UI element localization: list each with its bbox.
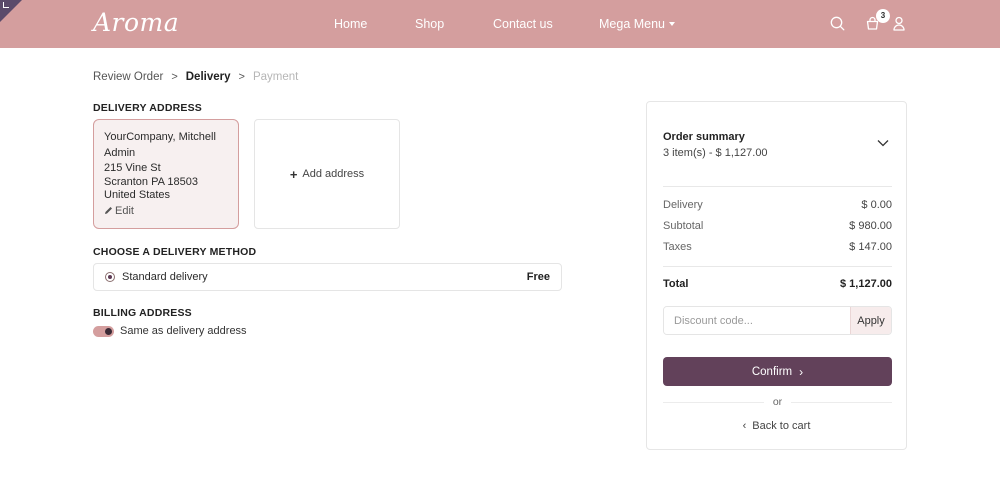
add-address-button[interactable]: + Add address — [254, 119, 400, 229]
breadcrumb: Review Order > Delivery > Payment — [93, 71, 298, 83]
summary-divider — [663, 266, 892, 267]
breadcrumb-payment: Payment — [252, 71, 299, 83]
address-line: United States — [104, 189, 171, 201]
add-address-label: Add address — [302, 168, 365, 180]
discount-group: Apply — [663, 306, 892, 335]
top-header: Aroma Home Shop Contact us Mega Menu 3 — [0, 0, 1000, 48]
same-as-delivery-toggle[interactable] — [93, 325, 114, 337]
summary-divider — [663, 186, 892, 187]
total-label: Total — [663, 278, 689, 290]
summary-row-label: Taxes — [663, 241, 692, 253]
total-value: $ 1,127.00 — [840, 278, 892, 290]
nav-contact-us[interactable]: Contact us — [493, 17, 553, 31]
summary-row-label: Subtotal — [663, 220, 704, 232]
pencil-icon — [105, 207, 112, 215]
back-to-cart-link[interactable]: ‹ Back to cart — [647, 420, 906, 432]
address-line: Scranton PA 18503 — [104, 175, 198, 188]
delivery-method-radio[interactable] — [105, 272, 115, 282]
nav-mega-menu-label: Mega Menu — [599, 17, 666, 31]
apply-discount-button[interactable]: Apply — [850, 307, 891, 334]
search-icon[interactable] — [830, 16, 845, 31]
back-to-cart-label: Back to cart — [752, 420, 811, 432]
chevron-left-icon: ‹ — [742, 420, 747, 432]
same-as-delivery-label: Same as delivery address — [120, 325, 247, 337]
confirm-label: Confirm — [751, 365, 793, 378]
order-summary-items: 3 item(s) - $ 1,127.00 — [663, 147, 768, 159]
address-line: YourCompany, Mitchell — [104, 131, 216, 143]
summary-row-subtotal: Subtotal $ 980.00 — [663, 220, 892, 232]
chevron-down-icon[interactable] — [877, 139, 889, 147]
delivery-address-title: DELIVERY ADDRESS — [93, 102, 202, 114]
edit-address-link[interactable]: Edit — [104, 204, 228, 219]
chevron-right-icon: › — [799, 364, 804, 379]
nav-mega-menu[interactable]: Mega Menu — [599, 17, 676, 31]
nav-home[interactable]: Home — [334, 17, 367, 31]
summary-row-taxes: Taxes $ 147.00 — [663, 241, 892, 253]
delivery-method-price: Free — [526, 271, 550, 283]
delivery-method-standard[interactable]: Standard delivery Free — [93, 263, 562, 291]
breadcrumb-delivery: Delivery — [185, 71, 231, 83]
edit-address-label: Edit — [115, 204, 134, 217]
nav-shop[interactable]: Shop — [415, 17, 444, 31]
user-icon[interactable] — [893, 16, 905, 31]
site-logo[interactable]: Aroma — [93, 8, 179, 37]
same-as-delivery-row: Same as delivery address — [93, 325, 247, 337]
selected-address-card[interactable]: YourCompany, Mitchell Admin 215 Vine St … — [93, 119, 239, 229]
order-summary-panel: Order summary 3 item(s) - $ 1,127.00 Del… — [646, 101, 907, 450]
summary-row-delivery: Delivery $ 0.00 — [663, 199, 892, 211]
or-separator: or — [663, 396, 892, 408]
summary-row-label: Delivery — [663, 199, 703, 211]
breadcrumb-review-order[interactable]: Review Order — [93, 71, 163, 83]
summary-row-value: $ 0.00 — [861, 199, 892, 211]
address-line: Admin — [104, 146, 136, 159]
delivery-method-name: Standard delivery — [122, 271, 208, 283]
caret-down-icon — [669, 21, 676, 26]
plus-icon: + — [289, 166, 298, 182]
corner-mark-icon — [3, 2, 9, 8]
summary-total-row: Total $ 1,127.00 — [663, 278, 892, 290]
discount-code-input[interactable] — [664, 307, 850, 334]
delivery-method-title: CHOOSE A DELIVERY METHOD — [93, 246, 257, 258]
summary-row-value: $ 980.00 — [849, 220, 892, 232]
or-text: or — [772, 396, 783, 408]
address-line: 215 Vine St — [104, 162, 161, 174]
confirm-button[interactable]: Confirm › — [663, 357, 892, 386]
breadcrumb-separator: > — [171, 71, 178, 83]
summary-row-value: $ 147.00 — [849, 241, 892, 253]
breadcrumb-separator: > — [238, 71, 245, 83]
cart-count-badge: 3 — [876, 9, 890, 23]
billing-address-title: BILLING ADDRESS — [93, 307, 192, 319]
order-summary-title: Order summary — [663, 131, 745, 143]
